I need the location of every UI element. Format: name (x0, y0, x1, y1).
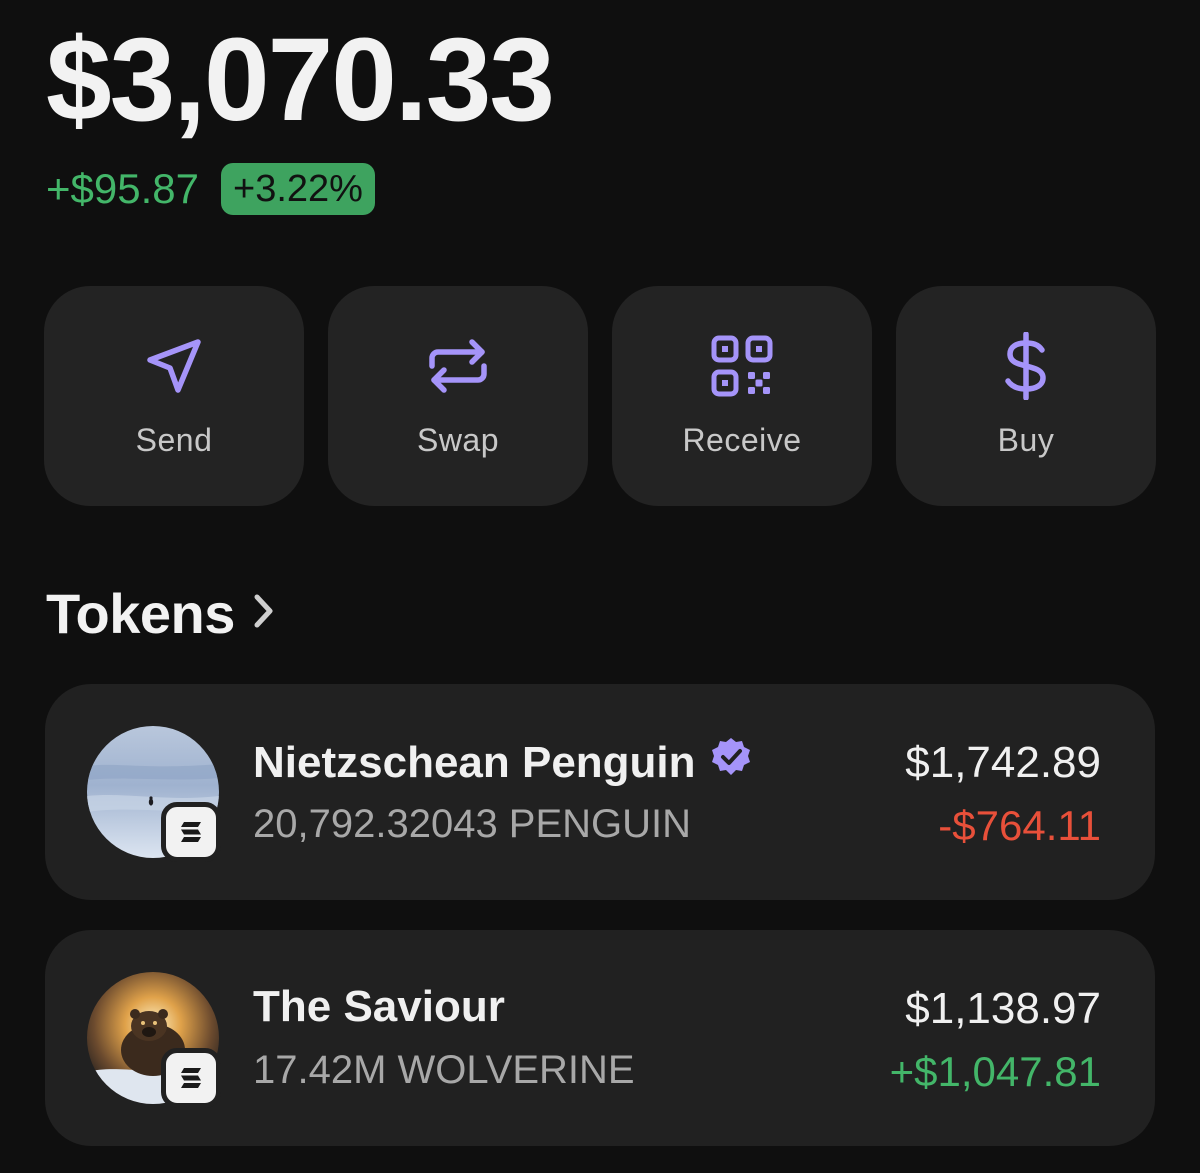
solana-icon (161, 1048, 221, 1108)
tokens-title: Tokens (46, 581, 235, 645)
balance-change-row: +$95.87 +3.22% (46, 162, 375, 216)
token-row-penguin[interactable]: Nietzschean Penguin 20,792.32043 PENGUIN… (45, 684, 1155, 900)
token-name: Nietzschean Penguin (253, 736, 752, 789)
buy-label: Buy (997, 422, 1055, 458)
receive-button[interactable]: Receive (612, 286, 872, 506)
solana-icon (161, 802, 221, 862)
swap-button[interactable]: Swap (328, 286, 588, 506)
dollar-icon (992, 331, 1060, 401)
token-value: $1,138.97 (905, 984, 1101, 1033)
send-icon (140, 332, 208, 400)
token-name-text: Nietzschean Penguin (253, 737, 696, 787)
receive-label: Receive (682, 422, 802, 458)
token-name-text: The Saviour (253, 982, 505, 1031)
token-change: -$764.11 (938, 802, 1101, 849)
token-value: $1,742.89 (905, 738, 1101, 787)
send-label: Send (135, 422, 213, 458)
token-change: +$1,047.81 (889, 1048, 1101, 1095)
chevron-right-icon (235, 593, 275, 634)
send-button[interactable]: Send (44, 286, 304, 506)
swap-label: Swap (416, 422, 500, 458)
action-buttons: Send Swap Receive Buy (44, 286, 1156, 506)
token-amount: 17.42M WOLVERINE (253, 1048, 635, 1092)
qr-code-icon (708, 332, 776, 400)
verified-badge-icon (710, 736, 752, 789)
swap-icon (424, 332, 492, 400)
balance-change-percent-badge: +3.22% (221, 163, 375, 215)
balance-change-amount: +$95.87 (46, 165, 199, 212)
total-balance: $3,070.33 (46, 14, 555, 146)
buy-button[interactable]: Buy (896, 286, 1156, 506)
token-row-wolverine[interactable]: The Saviour 17.42M WOLVERINE $1,138.97 +… (45, 930, 1155, 1146)
tokens-section-header[interactable]: Tokens (46, 578, 275, 648)
token-amount: 20,792.32043 PENGUIN (253, 802, 692, 846)
token-name: The Saviour (253, 982, 505, 1032)
